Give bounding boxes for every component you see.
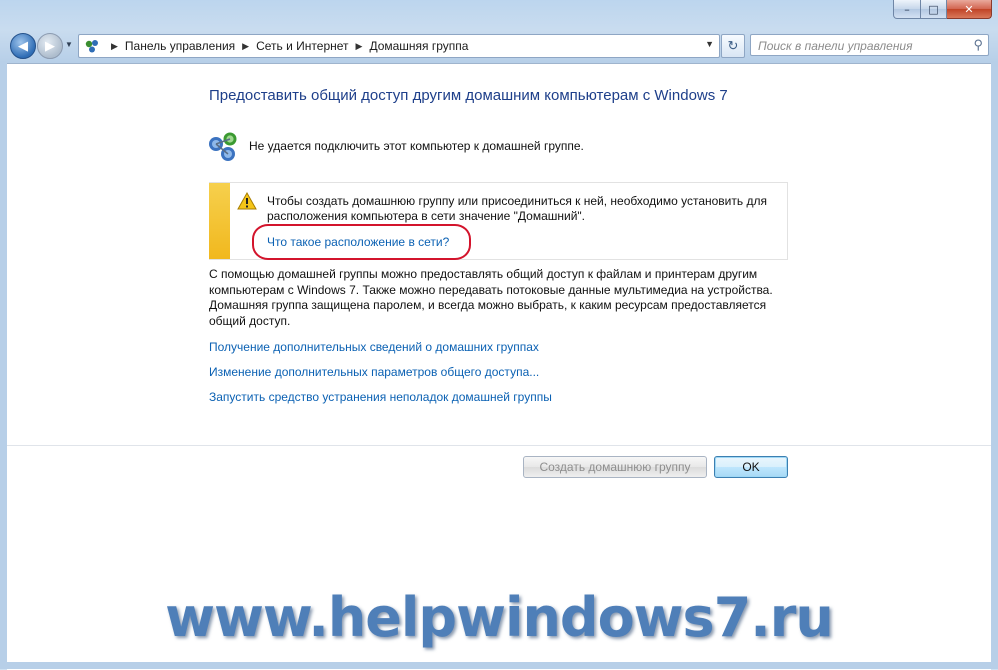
ok-button[interactable]: OK [714, 456, 788, 478]
warning-stripe [209, 183, 230, 259]
search-icon[interactable]: ⚲ [973, 37, 983, 53]
breadcrumb-item-control-panel[interactable]: Панель управления [125, 39, 235, 53]
divider [7, 445, 991, 446]
maximize-button[interactable]: □ [921, 0, 947, 19]
close-button[interactable]: ✕ [947, 0, 992, 19]
network-location-icon [85, 40, 98, 53]
breadcrumb-item-homegroup[interactable]: Домашняя группа [369, 39, 468, 53]
warning-icon [237, 192, 257, 210]
arrow-left-icon: ◀ [18, 38, 28, 53]
search-input[interactable]: Поиск в панели управления ⚲ [750, 34, 989, 56]
refresh-button[interactable]: ↻ [721, 34, 745, 58]
arrow-right-icon: ▶ [45, 38, 55, 53]
window-frame-bottom [0, 662, 998, 669]
address-bar[interactable]: ▶ Панель управления ▶ Сеть и Интернет ▶ … [78, 34, 720, 58]
breadcrumb-item-network[interactable]: Сеть и Интернет [256, 39, 348, 53]
page-title: Предоставить общий доступ другим домашни… [209, 87, 728, 104]
search-placeholder: Поиск в панели управления [758, 39, 913, 53]
link-homegroup-info[interactable]: Получение дополнительных сведений о дома… [209, 340, 539, 354]
warning-box: Чтобы создать домашнюю группу или присое… [209, 182, 788, 260]
back-button[interactable]: ◀ [10, 33, 36, 59]
status-row: Не удается подключить этот компьютер к д… [207, 130, 584, 164]
chevron-right-icon[interactable]: ▶ [356, 41, 363, 52]
recent-pages-dropdown[interactable]: ▼ [65, 40, 73, 49]
content-pane: Предоставить общий доступ другим домашни… [7, 63, 991, 670]
chevron-right-icon[interactable]: ▶ [111, 41, 118, 52]
chevron-down-icon[interactable]: ▼ [705, 39, 714, 49]
link-troubleshooter[interactable]: Запустить средство устранения неполадок … [209, 390, 552, 404]
homegroup-icon [209, 132, 237, 161]
network-location-link[interactable]: Что такое расположение в сети? [267, 235, 449, 249]
minimize-button[interactable]: – [893, 0, 921, 19]
warning-text: Чтобы создать домашнюю группу или присое… [267, 194, 767, 223]
chevron-right-icon[interactable]: ▶ [242, 41, 249, 52]
create-homegroup-button[interactable]: Создать домашнюю группу [523, 456, 707, 478]
link-advanced-sharing[interactable]: Изменение дополнительных параметров обще… [209, 365, 539, 379]
caption-buttons: – □ ✕ [893, 0, 992, 19]
status-message: Не удается подключить этот компьютер к д… [249, 139, 584, 153]
watermark: www.helpwindows7.ru [165, 586, 834, 649]
description-text: С помощью домашней группы можно предоста… [209, 267, 773, 328]
forward-button[interactable]: ▶ [37, 33, 63, 59]
refresh-icon: ↻ [727, 38, 739, 53]
explorer-window: – □ ✕ ◀ ▶ ▼ ▶ Панель управления ▶ Сеть и… [0, 0, 998, 670]
